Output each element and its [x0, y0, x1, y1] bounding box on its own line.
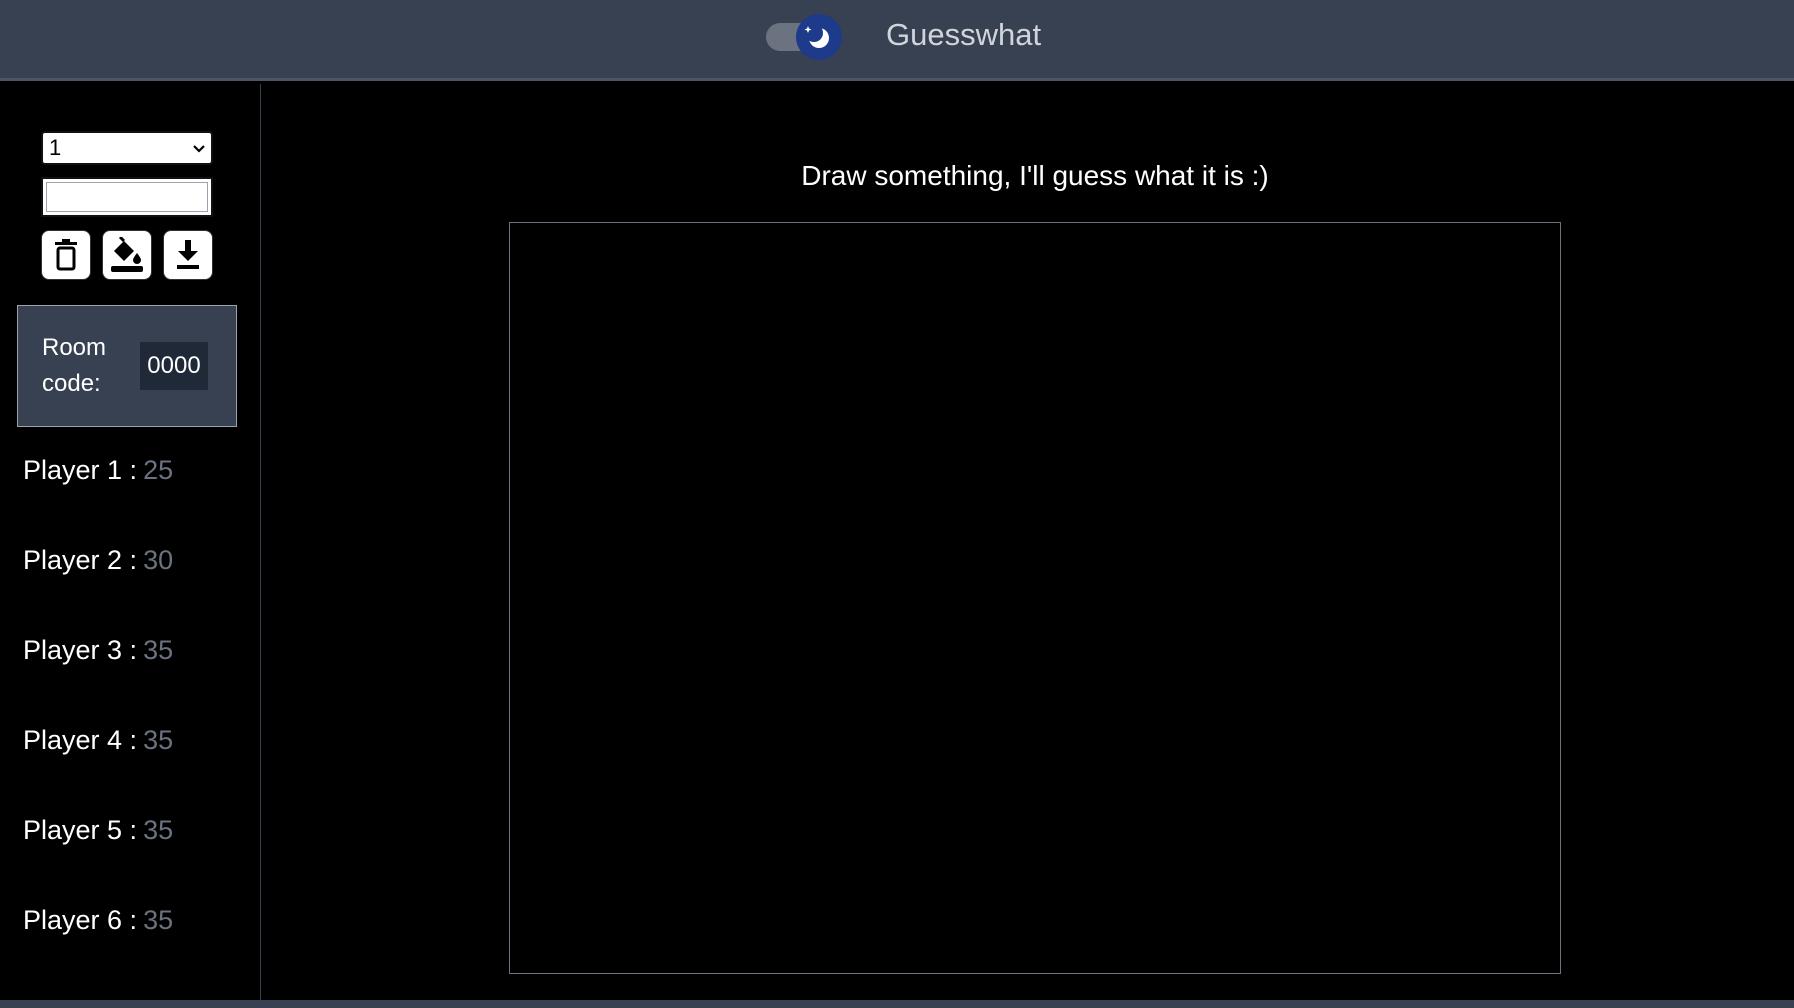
player-score: 35: [143, 905, 174, 935]
app-title: Guesswhat: [886, 17, 1042, 52]
player-name: Player 4 :: [23, 725, 138, 755]
player-score: 35: [143, 635, 174, 665]
player-row: Player 4 :35: [23, 725, 173, 756]
player-score: 35: [143, 815, 174, 845]
moon-icon: [796, 14, 842, 60]
player-score: 30: [143, 545, 174, 575]
player-name: Player 3 :: [23, 635, 138, 665]
theme-toggle[interactable]: [766, 14, 842, 60]
paint-bucket-icon: [111, 237, 143, 272]
room-code-label: Room code:: [42, 334, 107, 397]
player-score: 35: [143, 725, 174, 755]
top-bar: Guesswhat: [0, 0, 1794, 81]
player-row: Player 6 :35: [23, 905, 173, 936]
color-input[interactable]: [41, 177, 213, 217]
bottom-scrollbar[interactable]: [0, 1000, 1794, 1008]
room-code-panel: Room code: 0000: [17, 305, 237, 427]
player-name: Player 1 :: [23, 455, 138, 485]
sidebar: 1 Room code: 0000 Player 1: 25 Player 2…: [0, 84, 261, 1000]
player-row: Player 2 :30: [23, 545, 173, 576]
room-code-value: 0000: [140, 342, 208, 390]
player-row: Player 5 :35: [23, 815, 173, 846]
player-name: Player 6 :: [23, 905, 138, 935]
brush-size-value: 1: [49, 135, 62, 160]
player-row: Player 3 :35: [23, 635, 173, 666]
clear-canvas-button[interactable]: [41, 230, 91, 280]
player-row: Player 1 :25: [23, 455, 173, 486]
trash-icon: [55, 239, 77, 271]
color-swatch: [46, 182, 208, 212]
brush-size-select[interactable]: 1: [41, 131, 213, 165]
fill-button[interactable]: [102, 230, 152, 280]
chevron-down-icon: [193, 145, 205, 153]
download-button[interactable]: [163, 230, 213, 280]
player-score: 25: [143, 455, 174, 485]
player-name: Player 5 :: [23, 815, 138, 845]
draw-prompt: Draw something, I'll guess what it is :): [801, 160, 1269, 191]
download-icon: [177, 240, 199, 269]
player-name: Player 2 :: [23, 545, 138, 575]
drawing-canvas[interactable]: [509, 222, 1561, 974]
